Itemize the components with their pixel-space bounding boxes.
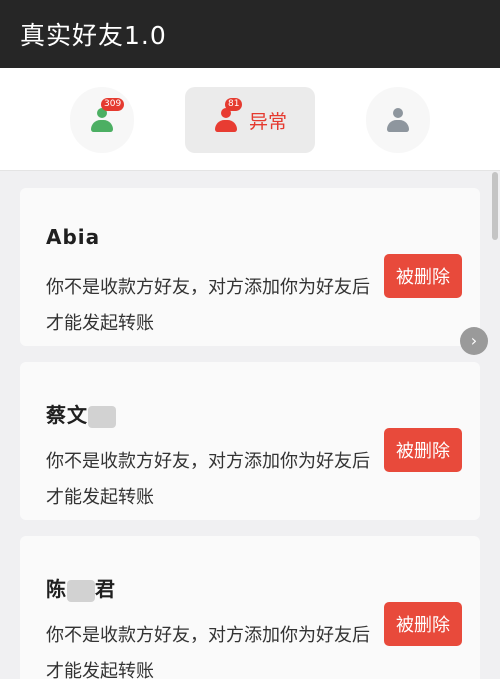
friend-status-message: 你不是收款方好友，对方添加你为好友后才能发起转账 — [46, 625, 370, 679]
friend-status-message: 你不是收款方好友，对方添加你为好友后才能发起转账 — [46, 277, 370, 334]
list-item: 蔡文 你不是收款方好友，对方添加你为好友后才能发起转账 被删除 — [20, 362, 480, 520]
tab-abnormal[interactable]: 81 异常 — [185, 87, 315, 153]
friend-name: 蔡文 — [46, 399, 116, 428]
tab-abnormal-label: 异常 — [248, 110, 287, 133]
tab-other[interactable] — [366, 87, 430, 153]
person-red-icon: 81 — [213, 98, 243, 133]
chevron-right-icon[interactable]: › — [460, 327, 488, 355]
deleted-button[interactable]: 被删除 — [384, 602, 462, 646]
friend-name-text: 陈 — [46, 577, 67, 601]
tab-normal[interactable]: 309 — [70, 87, 134, 153]
friend-name: Abia — [46, 225, 101, 249]
deleted-button[interactable]: 被删除 — [384, 254, 462, 298]
friend-list[interactable]: Abia 你不是收款方好友，对方添加你为好友后才能发起转账 被删除 蔡文 你不是… — [0, 172, 500, 679]
deleted-button[interactable]: 被删除 — [384, 428, 462, 472]
abnormal-count-badge: 81 — [224, 98, 243, 111]
tab-bar: 309 81 异常 — [0, 68, 500, 171]
name-blur-mask — [88, 405, 116, 428]
list-item: 陈君 你不是收款方好友，对方添加你为好友后才能发起转账 被删除 — [20, 536, 480, 679]
normal-count-badge: 309 — [101, 98, 125, 111]
scrollbar[interactable] — [492, 172, 498, 240]
friend-name: 陈君 — [46, 573, 116, 602]
app-title: 真实好友1.0 — [20, 21, 167, 50]
person-green-icon: 309 — [89, 98, 125, 133]
name-blur-mask — [67, 579, 95, 602]
friend-name-text-end: 君 — [95, 577, 116, 601]
person-grey-icon — [385, 107, 411, 133]
list-item: Abia 你不是收款方好友，对方添加你为好友后才能发起转账 被删除 — [20, 188, 480, 346]
friend-name-text: 蔡文 — [46, 403, 88, 427]
friend-status-message: 你不是收款方好友，对方添加你为好友后才能发起转账 — [46, 451, 370, 508]
app-bar: 真实好友1.0 — [0, 0, 500, 68]
